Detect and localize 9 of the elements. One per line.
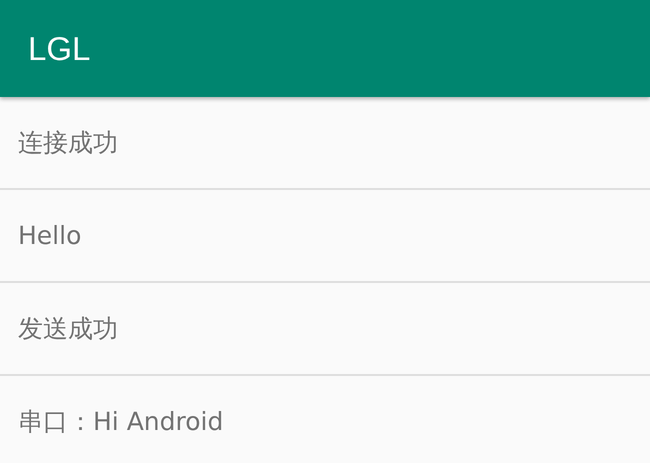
- message-row[interactable]: 连接成功: [0, 97, 650, 190]
- message-text: Hello: [18, 220, 82, 252]
- message-row[interactable]: Hello: [0, 190, 650, 283]
- app-title: LGL: [28, 28, 90, 69]
- message-row[interactable]: 串口：Hi Android: [0, 376, 650, 463]
- message-row[interactable]: 发送成功: [0, 283, 650, 376]
- message-text: 发送成功: [18, 312, 118, 345]
- message-text: 串口：Hi Android: [18, 406, 224, 438]
- message-text: 连接成功: [18, 126, 118, 159]
